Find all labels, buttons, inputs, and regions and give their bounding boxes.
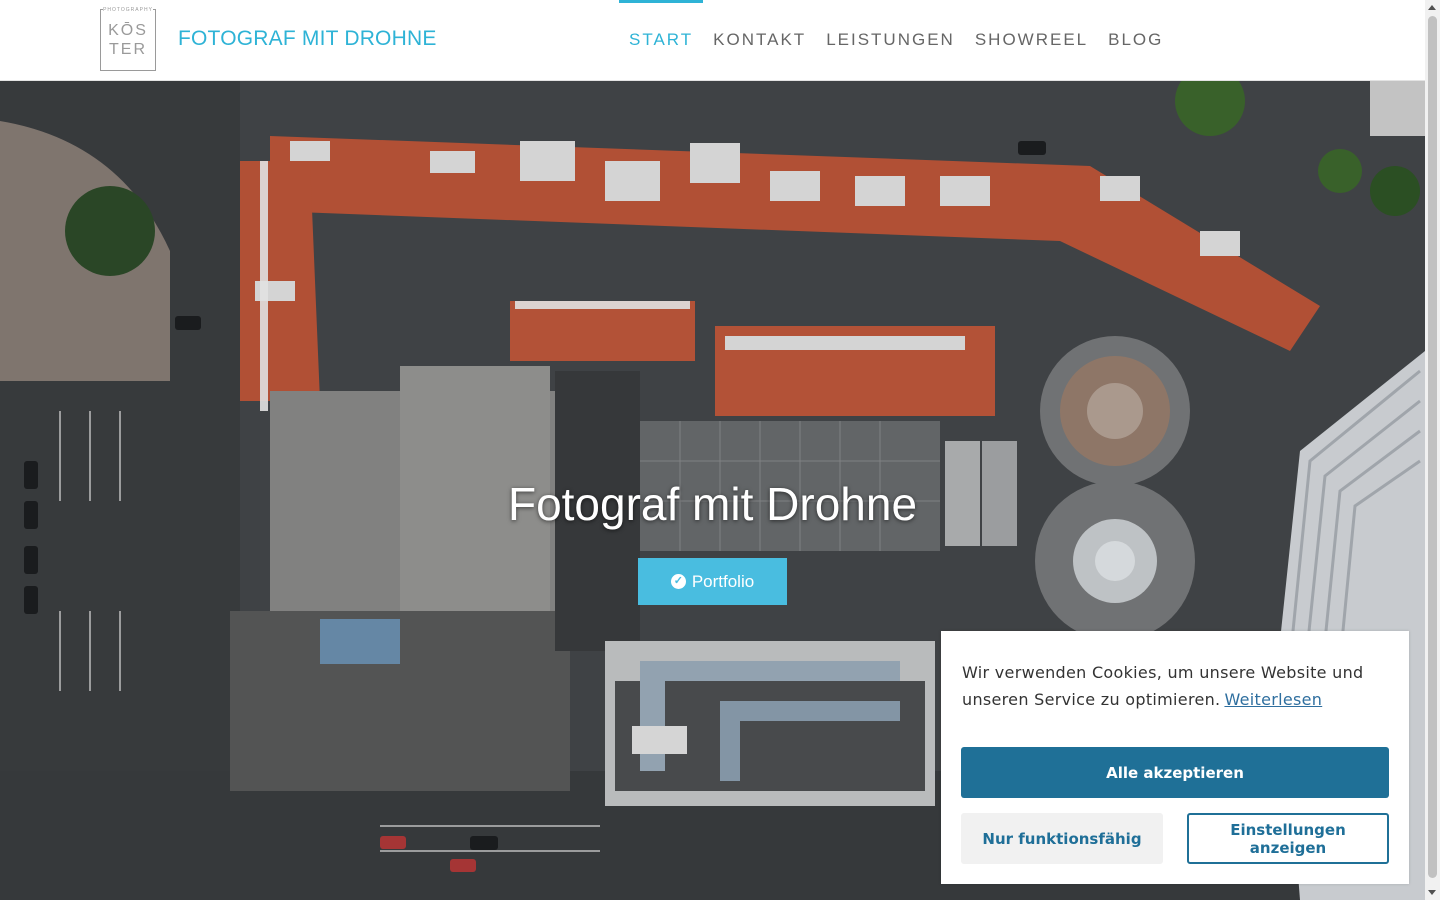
show-settings-button[interactable]: Einstellungen anzeigen bbox=[1187, 813, 1389, 864]
main-nav: START KONTAKT LEISTUNGEN SHOWREEL BLOG bbox=[619, 0, 1173, 80]
portfolio-button[interactable]: ✓ Portfolio bbox=[638, 558, 787, 605]
nav-item-showreel[interactable]: SHOWREEL bbox=[965, 0, 1098, 80]
logo-top-text: PHOTOGRAPHY bbox=[103, 7, 153, 13]
nav-item-start[interactable]: START bbox=[619, 0, 704, 80]
logo-line-1: KŌS bbox=[108, 22, 148, 39]
nav-item-kontakt[interactable]: KONTAKT bbox=[703, 0, 816, 80]
cookie-message: Wir verwenden Cookies, um unsere Website… bbox=[962, 659, 1382, 713]
hero-title: Fotograf mit Drohne bbox=[507, 478, 918, 530]
scroll-down-arrow-icon[interactable] bbox=[1428, 890, 1436, 895]
functional-only-button[interactable]: Nur funktionsfähig bbox=[961, 813, 1163, 864]
brand-name-link[interactable]: FOTOGRAF MIT DROHNE bbox=[178, 27, 437, 51]
site-logo[interactable]: PHOTOGRAPHY KŌS TER bbox=[100, 7, 156, 71]
site-header: PHOTOGRAPHY KŌS TER FOTOGRAF MIT DROHNE … bbox=[0, 0, 1425, 81]
scroll-thumb[interactable] bbox=[1428, 16, 1437, 878]
page-scrollbar[interactable] bbox=[1425, 0, 1440, 900]
logo-line-2: TER bbox=[109, 41, 147, 58]
portfolio-button-label: Portfolio bbox=[691, 571, 755, 591]
circle-check-icon: ✓ bbox=[670, 574, 686, 589]
nav-item-blog[interactable]: BLOG bbox=[1098, 0, 1173, 80]
scroll-up-arrow-icon[interactable] bbox=[1428, 5, 1436, 10]
cookie-read-more-link[interactable]: Weiterlesen bbox=[1224, 690, 1322, 709]
cookie-banner: Wir verwenden Cookies, um unsere Website… bbox=[941, 631, 1409, 884]
accept-all-cookies-button[interactable]: Alle akzeptieren bbox=[961, 747, 1389, 798]
nav-item-leistungen[interactable]: LEISTUNGEN bbox=[816, 0, 965, 80]
